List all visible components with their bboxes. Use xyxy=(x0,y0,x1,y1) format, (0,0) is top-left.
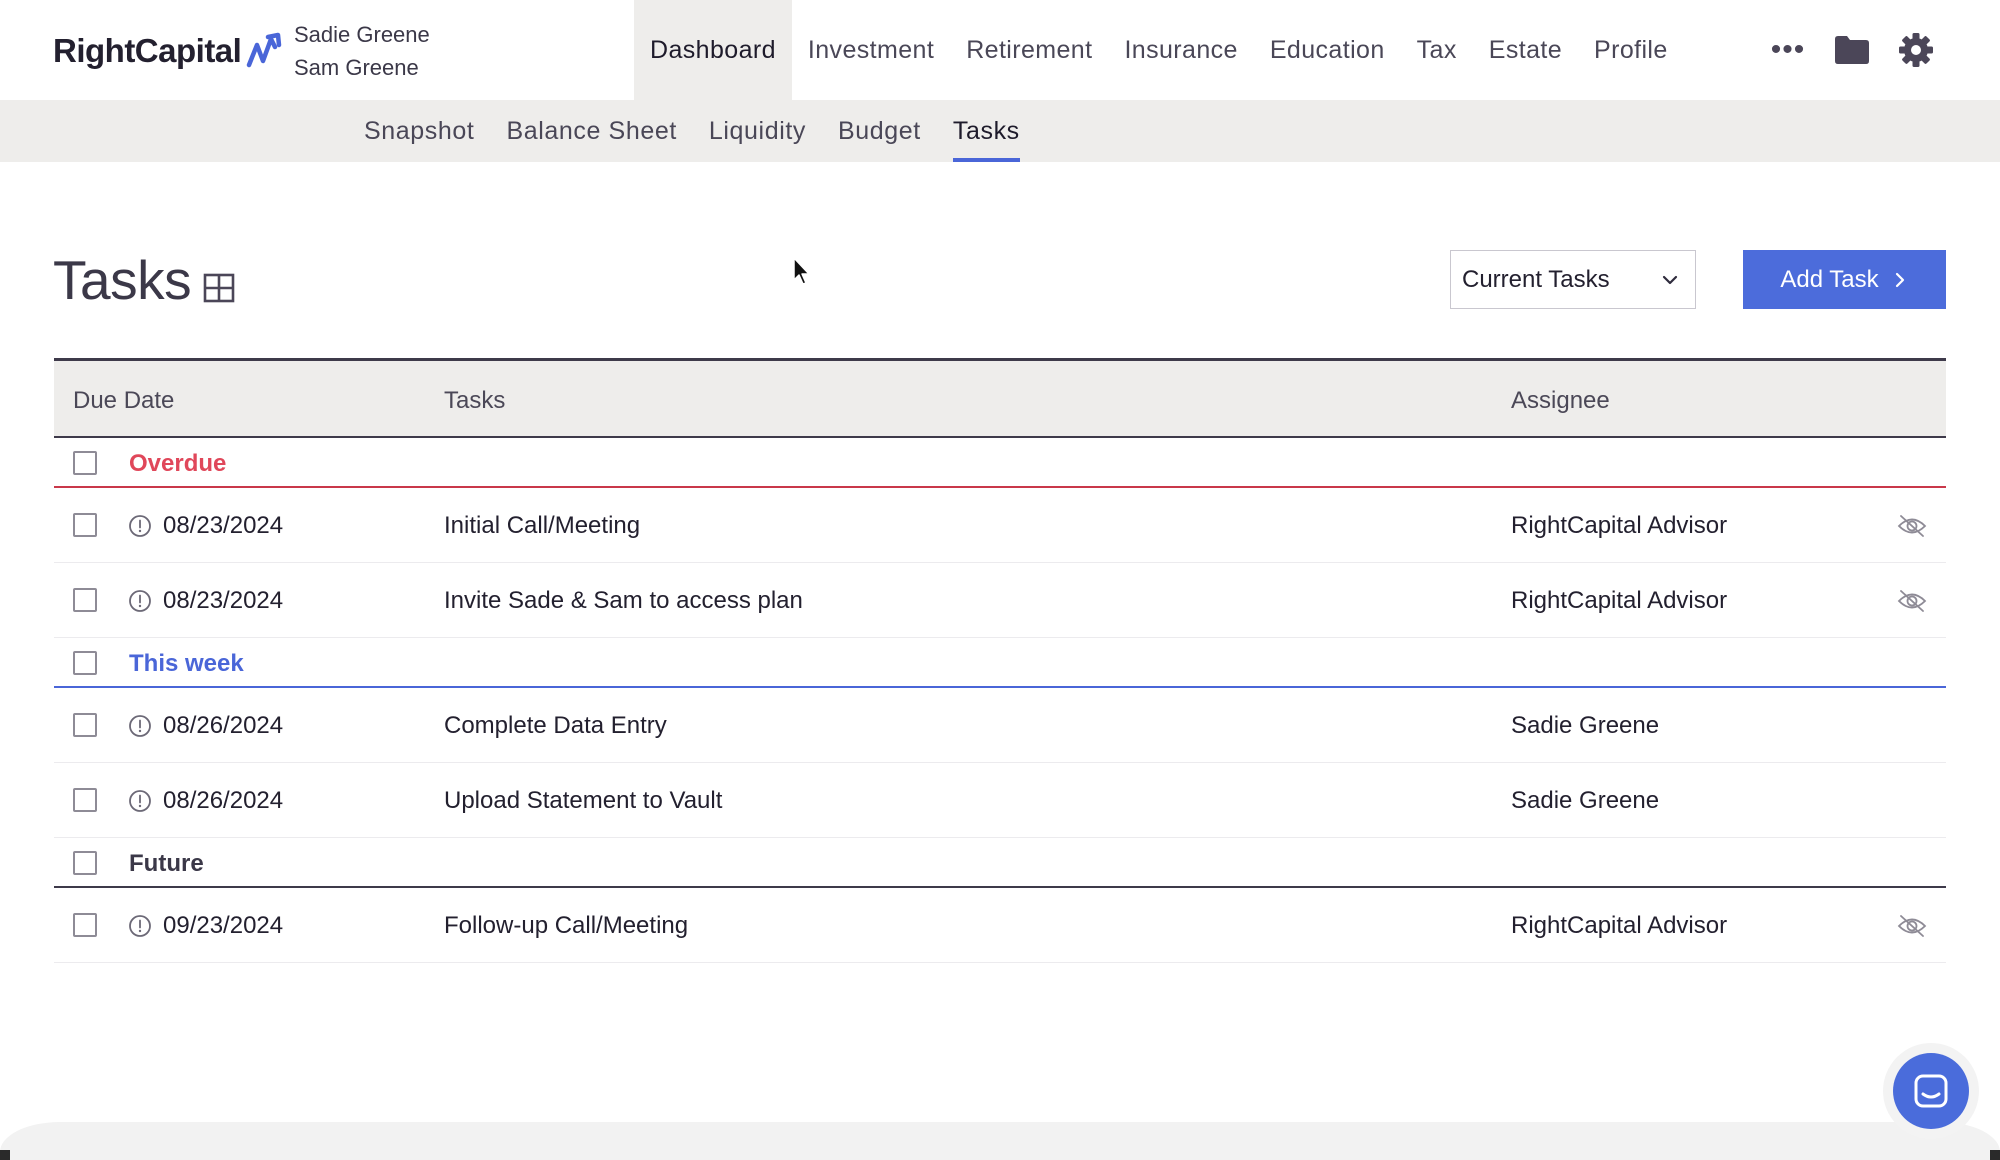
chevron-down-icon xyxy=(1662,275,1678,285)
task-checkbox[interactable] xyxy=(73,713,97,737)
table-row[interactable]: 08/26/2024 Complete Data Entry Sadie Gre… xyxy=(54,688,1946,763)
group-select-checkbox[interactable] xyxy=(73,651,97,675)
chat-support-button[interactable] xyxy=(1893,1053,1969,1129)
task-checkbox[interactable] xyxy=(73,513,97,537)
group-select-checkbox[interactable] xyxy=(73,851,97,875)
nav-education[interactable]: Education xyxy=(1254,0,1401,100)
window-corner xyxy=(0,1150,10,1160)
task-assignee: Sadie Greene xyxy=(1511,712,1660,739)
folder-icon[interactable] xyxy=(1830,28,1874,72)
table-header: Due Date Tasks Assignee xyxy=(54,358,1946,438)
eye-off-icon[interactable] xyxy=(1897,588,1927,614)
task-assignee: RightCapital Advisor xyxy=(1511,512,1728,539)
task-name[interactable]: Invite Sade & Sam to access plan xyxy=(444,587,803,615)
page-title: Tasks xyxy=(53,249,192,311)
logo-text: RightCapital xyxy=(53,32,242,69)
mouse-cursor-icon xyxy=(793,257,810,285)
client-name-spouse: Sam Greene xyxy=(294,55,419,80)
task-name[interactable]: Upload Statement to Vault xyxy=(444,787,722,815)
due-alert-icon xyxy=(129,590,151,612)
grid-view-icon[interactable] xyxy=(203,272,235,304)
add-task-label: Add Task xyxy=(1780,265,1879,293)
task-checkbox[interactable] xyxy=(73,788,97,812)
nav-icon-group: ••• xyxy=(1768,28,1938,72)
client-names[interactable]: Sadie Greene Sam Greene xyxy=(294,18,430,84)
task-due-date: 09/23/2024 xyxy=(163,912,284,939)
group-row-this-week: This week xyxy=(54,638,1946,688)
add-task-button[interactable]: Add Task xyxy=(1743,250,1946,309)
eye-off-icon[interactable] xyxy=(1897,913,1927,939)
group-label-this-week: This week xyxy=(129,650,244,677)
due-alert-icon xyxy=(129,915,151,937)
task-due-date: 08/26/2024 xyxy=(163,787,284,814)
task-assignee: RightCapital Advisor xyxy=(1511,587,1728,614)
task-assignee: RightCapital Advisor xyxy=(1511,912,1728,939)
subnav-snapshot[interactable]: Snapshot xyxy=(364,100,474,162)
due-alert-icon xyxy=(129,715,151,737)
task-due-date: 08/23/2024 xyxy=(163,512,284,539)
group-label-future: Future xyxy=(129,850,204,877)
main-nav: Dashboard Investment Retirement Insuranc… xyxy=(634,0,1684,100)
nav-estate[interactable]: Estate xyxy=(1473,0,1578,100)
task-filter-value: Current Tasks xyxy=(1462,265,1610,293)
column-due-date[interactable]: Due Date xyxy=(73,387,174,415)
task-due-date: 08/26/2024 xyxy=(163,712,284,739)
subnav-balance-sheet[interactable]: Balance Sheet xyxy=(506,100,676,162)
more-options-icon[interactable]: ••• xyxy=(1768,28,1808,72)
due-alert-icon xyxy=(129,515,151,537)
nav-insurance[interactable]: Insurance xyxy=(1108,0,1253,100)
nav-tax[interactable]: Tax xyxy=(1401,0,1473,100)
task-due-date: 08/23/2024 xyxy=(163,587,284,614)
subnav-budget[interactable]: Budget xyxy=(838,100,921,162)
task-name[interactable]: Initial Call/Meeting xyxy=(444,512,640,540)
task-filter-select[interactable]: Current Tasks xyxy=(1450,250,1696,309)
client-name-primary: Sadie Greene xyxy=(294,22,430,47)
nav-dashboard[interactable]: Dashboard xyxy=(634,0,792,100)
eye-off-icon[interactable] xyxy=(1897,513,1927,539)
chat-icon xyxy=(1914,1074,1948,1108)
task-assignee: Sadie Greene xyxy=(1511,787,1660,814)
nav-retirement[interactable]: Retirement xyxy=(950,0,1108,100)
group-select-checkbox[interactable] xyxy=(73,451,97,475)
nav-investment[interactable]: Investment xyxy=(792,0,950,100)
due-alert-icon xyxy=(129,790,151,812)
chevron-right-icon xyxy=(1895,272,1904,287)
subnav-tasks[interactable]: Tasks xyxy=(952,100,1020,162)
sub-nav: Snapshot Balance Sheet Liquidity Budget … xyxy=(0,100,2000,162)
column-assignee[interactable]: Assignee xyxy=(1511,387,1610,415)
gear-icon[interactable] xyxy=(1894,28,1938,72)
logo-arrow-icon xyxy=(247,32,282,68)
table-row[interactable]: 08/26/2024 Upload Statement to Vault Sad… xyxy=(54,763,1946,838)
tasks-table: Due Date Tasks Assignee Overdue 08/23/20… xyxy=(54,358,1946,963)
table-row[interactable]: 09/23/2024 Follow-up Call/Meeting RightC… xyxy=(54,888,1946,963)
top-bar: RightCapital Sadie Greene Sam Greene Das… xyxy=(0,0,2000,100)
task-checkbox[interactable] xyxy=(73,588,97,612)
subnav-liquidity[interactable]: Liquidity xyxy=(709,100,806,162)
table-row[interactable]: 08/23/2024 Initial Call/Meeting RightCap… xyxy=(54,488,1946,563)
task-name[interactable]: Follow-up Call/Meeting xyxy=(444,912,688,940)
group-label-overdue: Overdue xyxy=(129,450,227,477)
bottom-shade xyxy=(0,1122,2000,1160)
nav-profile[interactable]: Profile xyxy=(1578,0,1684,100)
group-row-overdue: Overdue xyxy=(54,438,1946,488)
task-name[interactable]: Complete Data Entry xyxy=(444,712,667,740)
rightcapital-logo[interactable]: RightCapital xyxy=(53,28,285,74)
task-checkbox[interactable] xyxy=(73,913,97,937)
window-corner xyxy=(1990,1150,2000,1160)
column-tasks[interactable]: Tasks xyxy=(444,387,505,415)
group-row-future: Future xyxy=(54,838,1946,888)
table-row[interactable]: 08/23/2024 Invite Sade & Sam to access p… xyxy=(54,563,1946,638)
